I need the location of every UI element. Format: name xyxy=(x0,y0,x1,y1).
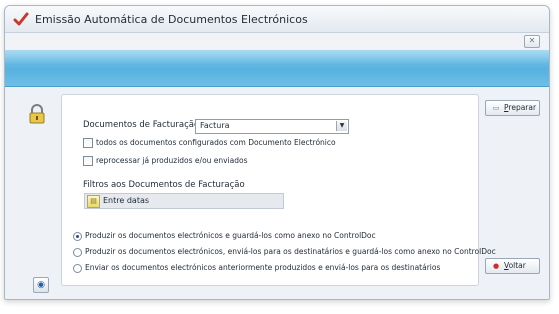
prepare-button-label: Preparar xyxy=(504,103,537,112)
help-icon: ◉ xyxy=(37,280,45,290)
option-radio-3[interactable] xyxy=(73,264,82,273)
reprocess-checkbox[interactable] xyxy=(83,156,93,166)
filter-field[interactable]: ▤ Entre datas xyxy=(84,193,284,209)
option-label-1: Produzir os documentos electrónicos e gu… xyxy=(85,231,376,240)
back-button-label: Voltar xyxy=(504,261,526,270)
checkmark-icon xyxy=(13,12,29,26)
screenshot-canvas: Emissão Automática de Documentos Electró… xyxy=(0,0,559,314)
prepare-button[interactable]: ▭ Preparar xyxy=(485,100,540,116)
help-button[interactable]: ◉ xyxy=(33,277,49,293)
chevron-down-icon[interactable]: ▼ xyxy=(336,121,347,131)
all-documents-label: todos os documentos configurados com Doc… xyxy=(96,138,336,147)
back-button[interactable]: ● Voltar xyxy=(485,258,540,274)
option-radio-2[interactable] xyxy=(73,248,82,257)
dialog-window: Emissão Automática de Documentos Electró… xyxy=(4,5,550,300)
back-icon: ● xyxy=(492,262,500,270)
window-toolbar: ✕ xyxy=(5,33,549,49)
header-banner xyxy=(5,50,549,87)
title-bar[interactable]: Emissão Automática de Documentos Electró… xyxy=(5,6,549,33)
document-icon: ▭ xyxy=(492,104,500,112)
reprocess-label: reprocessar já produzidos e/ou enviados xyxy=(96,156,248,165)
calendar-filter-icon[interactable]: ▤ xyxy=(87,195,100,208)
option-radio-1[interactable] xyxy=(73,232,82,241)
lock-icon xyxy=(29,104,45,124)
close-button[interactable]: ✕ xyxy=(524,35,540,48)
documents-select[interactable]: Factura ▼ xyxy=(195,119,349,134)
all-documents-checkbox[interactable] xyxy=(83,138,93,148)
filters-label: Filtros aos Documentos de Facturação xyxy=(83,180,245,190)
filter-value: Entre datas xyxy=(103,196,150,205)
option-label-2: Produzir os documentos electrónicos, env… xyxy=(85,247,496,256)
documents-label: Documentos de Facturação xyxy=(83,120,200,130)
documents-select-value: Factura xyxy=(200,121,230,130)
options-panel: Documentos de Facturação Factura ▼ todos… xyxy=(61,94,496,286)
window-title: Emissão Automática de Documentos Electró… xyxy=(35,13,308,26)
option-label-3: Enviar os documentos electrónicos anteri… xyxy=(85,263,441,272)
